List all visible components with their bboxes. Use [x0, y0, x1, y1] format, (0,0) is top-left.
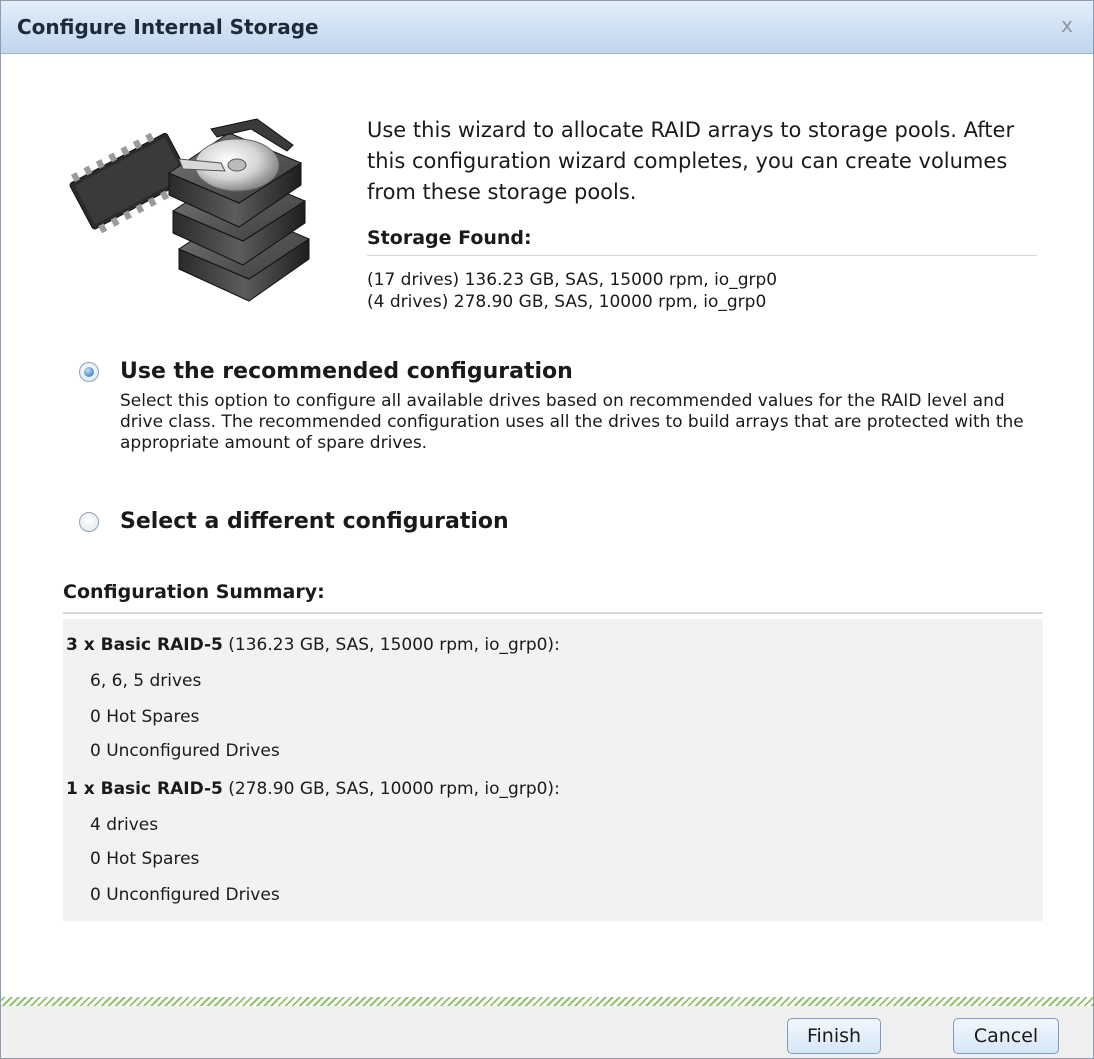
- summary-group-line: 0 Unconfigured Drives: [90, 741, 280, 761]
- intro-text: Use this wizard to allocate RAID arrays …: [367, 118, 1015, 204]
- summary-group-title-detail: (278.90 GB, SAS, 10000 rpm, io_grp0):: [222, 779, 560, 799]
- different-config-radio[interactable]: [79, 512, 99, 532]
- summary-group-title: 1 x Basic RAID-5 (278.90 GB, SAS, 10000 …: [66, 779, 560, 799]
- summary-group-line: 0 Hot Spares: [90, 707, 200, 727]
- summary-group-title-bold: 3 x Basic RAID-5: [66, 635, 223, 655]
- configure-storage-dialog: Configure Internal Storage x Use this wi…: [0, 0, 1094, 1059]
- cancel-button[interactable]: Cancel: [953, 1018, 1059, 1054]
- dialog-footer: Finish Cancel: [1, 1006, 1093, 1058]
- close-icon[interactable]: x: [1061, 13, 1073, 37]
- configuration-summary-box: 3 x Basic RAID-5 (136.23 GB, SAS, 15000 …: [63, 619, 1043, 921]
- summary-group-title-bold: 1 x Basic RAID-5: [66, 779, 223, 799]
- summary-group-title: 3 x Basic RAID-5 (136.23 GB, SAS, 15000 …: [66, 635, 560, 655]
- storage-found-list: (17 drives) 136.23 GB, SAS, 15000 rpm, i…: [367, 269, 1037, 313]
- storage-drives-icon: [69, 118, 311, 302]
- storage-found-item: (17 drives) 136.23 GB, SAS, 15000 rpm, i…: [367, 270, 778, 290]
- recommended-config-radio[interactable]: [79, 362, 99, 382]
- summary-group-line: 0 Hot Spares: [90, 849, 200, 869]
- recommended-config-label[interactable]: Use the recommended configuration: [120, 359, 573, 384]
- different-config-label[interactable]: Select a different configuration: [120, 509, 509, 534]
- progress-hatch-divider: [1, 997, 1093, 1006]
- storage-found-heading: Storage Found:: [367, 227, 1037, 256]
- summary-group-line: 4 drives: [90, 815, 159, 835]
- configuration-summary-heading: Configuration Summary:: [63, 581, 1043, 614]
- finish-button[interactable]: Finish: [787, 1018, 881, 1054]
- summary-group-line: 6, 6, 5 drives: [90, 671, 202, 691]
- summary-group-title-detail: (136.23 GB, SAS, 15000 rpm, io_grp0):: [222, 635, 560, 655]
- dialog-title: Configure Internal Storage: [17, 15, 319, 39]
- summary-group-line: 0 Unconfigured Drives: [90, 885, 280, 905]
- storage-found-item: (4 drives) 278.90 GB, SAS, 10000 rpm, io…: [367, 292, 767, 312]
- dialog-title-bar: Configure Internal Storage x: [1, 1, 1093, 54]
- recommended-config-description: Select this option to configure all avai…: [120, 391, 1024, 453]
